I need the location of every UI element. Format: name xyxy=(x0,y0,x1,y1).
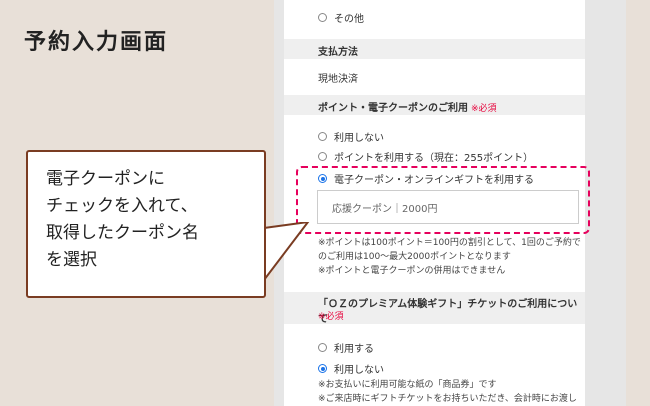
radio-circle-icon xyxy=(318,132,327,141)
instruction-callout: 電子クーポンに チェックを入れて、 取得したクーポン名 を選択 xyxy=(26,150,266,298)
gift-notes: ※お支払いに利用可能な紙の「商品券」です ※ご来店時にギフトチケットをお持ちいた… xyxy=(318,378,577,406)
payment-label: 支払方法 xyxy=(318,47,358,58)
gift-ticket-header: 「ＯＺのプレミアム体験ギフト」チケットのご利用について ※必須 xyxy=(284,292,585,325)
radio-circle-icon xyxy=(318,152,327,161)
points-coupon-label-text: ポイント・電子クーポンのご利用 xyxy=(318,103,468,114)
note-line: ※お支払いに利用可能な紙の「商品券」です xyxy=(318,380,497,390)
points-coupon-header: ポイント・電子クーポンのご利用 ※必須 xyxy=(284,95,585,115)
radio-points-none[interactable]: 利用しない xyxy=(318,129,384,144)
gift-ticket-label: 「ＯＺのプレミアム体験ギフト」チケットのご利用について xyxy=(318,299,578,325)
radio-label: 利用しない xyxy=(334,365,384,376)
callout-line: チェックを入れて、 xyxy=(46,196,198,216)
required-badge: ※必須 xyxy=(471,104,497,114)
points-coupon-label: ポイント・電子クーポンのご利用 ※必須 xyxy=(318,99,497,114)
radio-gift-none[interactable]: 利用しない xyxy=(318,361,384,376)
radio-label: ポイントを利用する（現在：255ポイント） xyxy=(334,153,534,164)
payment-value: 現地決済 xyxy=(318,74,358,85)
callout-tail-icon xyxy=(262,222,310,282)
callout-line: 取得したクーポン名 xyxy=(46,223,199,243)
coupon-highlight-box xyxy=(296,166,590,234)
note-line: ※ご来店時にギフトチケットをお持ちいただき、会計時にお渡し xyxy=(318,394,577,404)
radio-circle-icon xyxy=(318,13,327,22)
radio-gift-use[interactable]: 利用する xyxy=(318,340,374,355)
page-title: 予約入力画面 xyxy=(24,30,169,55)
radio-label: 利用しない xyxy=(334,133,384,144)
radio-circle-icon xyxy=(318,343,327,352)
note-line: ※ポイントと電子クーポンの併用はできません xyxy=(318,266,506,276)
note-line: ※ポイントは100ポイント＝100円の割引として、1回のご予約で xyxy=(318,238,581,248)
radio-selected-icon xyxy=(318,364,327,373)
radio-points-use[interactable]: ポイントを利用する（現在：255ポイント） xyxy=(318,149,533,164)
radio-label: 利用する xyxy=(334,344,374,355)
points-notes: ※ポイントは100ポイント＝100円の割引として、1回のご予約で のご利用は10… xyxy=(318,236,581,278)
note-line: のご利用は100～最大2000ポイントとなります xyxy=(318,252,511,262)
payment-header: 支払方法 xyxy=(284,39,585,59)
radio-other[interactable]: その他 xyxy=(318,10,364,25)
callout-line: 電子クーポンに xyxy=(46,169,165,189)
callout-line: を選択 xyxy=(46,250,97,270)
required-badge: ※必須 xyxy=(318,312,344,322)
radio-label: その他 xyxy=(334,14,364,25)
